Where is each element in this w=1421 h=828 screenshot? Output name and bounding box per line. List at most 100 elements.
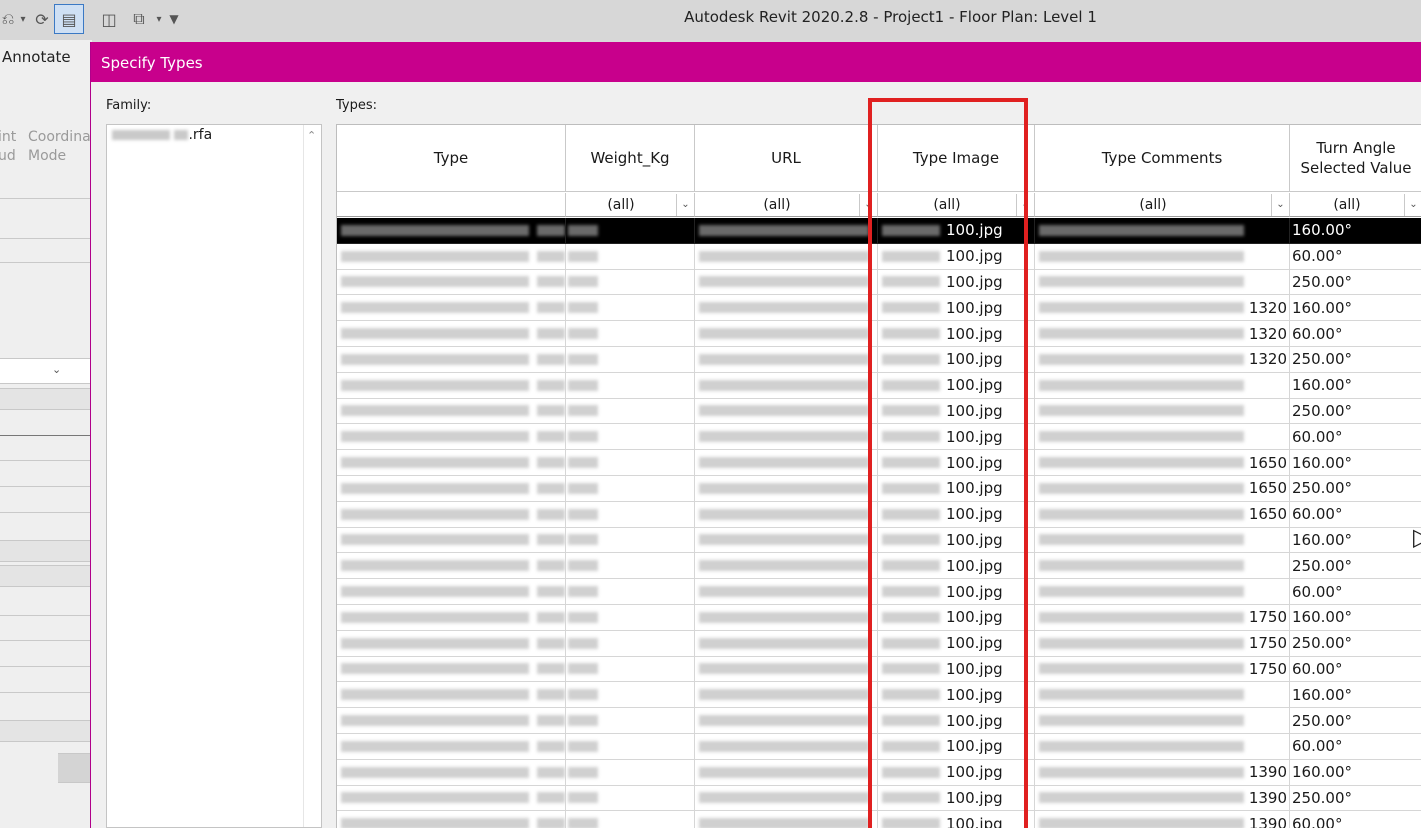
cell-weight[interactable]	[566, 656, 695, 683]
cell-type-image[interactable]: 100.jpg	[878, 398, 1035, 425]
cell-turn-angle[interactable]: 250.00°	[1290, 399, 1421, 425]
tab-annotate[interactable]: Annotate	[2, 48, 71, 66]
cell-weight[interactable]	[566, 682, 695, 709]
coordination-model-button[interactable]: Coordina Mode	[28, 128, 91, 166]
cell-turn-angle[interactable]: 160.00°	[1290, 450, 1421, 476]
cell-type-comments[interactable]	[1035, 527, 1290, 554]
cell-type-comments[interactable]	[1035, 553, 1290, 580]
cell-type-image[interactable]: 100.jpg	[878, 785, 1035, 812]
cell-type[interactable]	[337, 424, 566, 451]
cell-url[interactable]	[695, 553, 878, 580]
cell-type[interactable]	[337, 347, 566, 373]
cell-type-image[interactable]: 100.jpg	[878, 553, 1035, 580]
header-weight[interactable]: Weight_Kg	[566, 125, 695, 192]
cell-turn-angle[interactable]: 60.00°	[1290, 657, 1421, 683]
cell-weight[interactable]	[566, 527, 695, 554]
cell-url[interactable]	[695, 656, 878, 683]
cell-weight[interactable]	[566, 450, 695, 476]
cell-turn-angle[interactable]: 250.00°	[1290, 553, 1421, 580]
cell-turn-angle[interactable]: 250.00°	[1290, 347, 1421, 373]
cell-weight[interactable]	[566, 759, 695, 786]
cell-type[interactable]	[337, 553, 566, 580]
cell-turn-angle[interactable]: 160.00°	[1290, 218, 1421, 244]
cell-type-image[interactable]: 100.jpg	[878, 450, 1035, 476]
cell-url[interactable]	[695, 630, 878, 657]
cell-weight[interactable]	[566, 811, 695, 828]
cell-type-image[interactable]: 100.jpg	[878, 734, 1035, 760]
cell-type-image[interactable]: 100.jpg	[878, 656, 1035, 683]
cell-weight[interactable]	[566, 553, 695, 580]
cell-weight[interactable]	[566, 785, 695, 812]
table-row[interactable]: 100.jpg 250.00°	[337, 398, 1421, 425]
cell-type[interactable]	[337, 450, 566, 476]
cell-turn-angle[interactable]: 60.00°	[1290, 811, 1421, 828]
table-row[interactable]: 100.jpg 1650 250.00°	[337, 476, 1421, 502]
table-row[interactable]: 100.jpg 160.00°	[337, 218, 1421, 244]
header-type[interactable]: Type	[337, 125, 566, 192]
cell-turn-angle[interactable]: 60.00°	[1290, 244, 1421, 270]
header-type-comments[interactable]: Type Comments	[1035, 125, 1290, 192]
chevron-down-icon[interactable]: ⌄	[1404, 193, 1421, 216]
cell-url[interactable]	[695, 527, 878, 554]
table-row[interactable]: 100.jpg 1750 60.00°	[337, 656, 1421, 683]
cell-type-comments[interactable]	[1035, 398, 1290, 425]
type-selector[interactable]: ⌄	[0, 358, 92, 384]
cell-weight[interactable]	[566, 398, 695, 425]
cell-turn-angle[interactable]: 250.00°	[1290, 270, 1421, 296]
header-url[interactable]: URL	[695, 125, 878, 192]
cell-turn-angle[interactable]: 160.00°	[1290, 528, 1421, 554]
cell-type[interactable]	[337, 372, 566, 399]
cell-type-image[interactable]: 100.jpg	[878, 630, 1035, 657]
cell-turn-angle[interactable]: 160.00°	[1290, 605, 1421, 631]
table-row[interactable]: 100.jpg 160.00°	[337, 372, 1421, 399]
table-row[interactable]: 100.jpg 1390 250.00°	[337, 785, 1421, 812]
cell-url[interactable]	[695, 218, 878, 244]
cell-turn-angle[interactable]: 160.00°	[1290, 682, 1421, 709]
chevron-down-icon[interactable]: ⌄	[676, 193, 694, 216]
cell-type[interactable]	[337, 708, 566, 734]
table-row[interactable]: 100.jpg 250.00°	[337, 553, 1421, 580]
filter-type-comments[interactable]: (all) ⌄	[1035, 193, 1290, 217]
cell-type-image[interactable]: 100.jpg	[878, 501, 1035, 528]
family-scrollbar[interactable]: ⌃	[303, 125, 321, 827]
cell-type[interactable]	[337, 527, 566, 554]
cell-weight[interactable]	[566, 579, 695, 605]
cell-url[interactable]	[695, 243, 878, 270]
cell-turn-angle[interactable]: 250.00°	[1290, 786, 1421, 812]
table-row[interactable]: 100.jpg 250.00°	[337, 269, 1421, 296]
cell-type-comments[interactable]	[1035, 243, 1290, 270]
cell-type-image[interactable]: 100.jpg	[878, 218, 1035, 244]
table-row[interactable]: 100.jpg 60.00°	[337, 243, 1421, 270]
cell-turn-angle[interactable]: 250.00°	[1290, 476, 1421, 502]
cell-type[interactable]	[337, 218, 566, 244]
cell-type-comments[interactable]: 1320	[1035, 321, 1290, 347]
cell-type-comments[interactable]: 1650	[1035, 501, 1290, 528]
apply-button[interactable]	[58, 753, 92, 783]
cell-type-comments[interactable]: 1750	[1035, 656, 1290, 683]
chevron-down-icon[interactable]: ⌄	[1016, 193, 1034, 216]
table-row[interactable]: 100.jpg 60.00°	[337, 579, 1421, 605]
cell-url[interactable]	[695, 269, 878, 296]
family-list[interactable]: .rfa ⌃	[106, 124, 322, 828]
point-cloud-button[interactable]: int ud	[0, 128, 16, 166]
cell-url[interactable]	[695, 605, 878, 631]
header-turn-angle[interactable]: Turn Angle Selected Value	[1290, 125, 1421, 192]
table-row[interactable]: 100.jpg 1390 160.00°	[337, 759, 1421, 786]
cell-turn-angle[interactable]: 60.00°	[1290, 321, 1421, 347]
cell-url[interactable]	[695, 501, 878, 528]
table-row[interactable]: 100.jpg 1390 60.00°	[337, 811, 1421, 828]
cell-type-comments[interactable]	[1035, 372, 1290, 399]
cell-type[interactable]	[337, 269, 566, 296]
cell-type-image[interactable]: 100.jpg	[878, 476, 1035, 502]
cell-type-image[interactable]: 100.jpg	[878, 811, 1035, 828]
filter-type-image[interactable]: (all) ⌄	[878, 193, 1035, 217]
cell-type-comments[interactable]: 1750	[1035, 630, 1290, 657]
cell-type-comments[interactable]	[1035, 734, 1290, 760]
cell-type-image[interactable]: 100.jpg	[878, 347, 1035, 373]
table-row[interactable]: 100.jpg 60.00°	[337, 734, 1421, 760]
cell-type-comments[interactable]: 1750	[1035, 605, 1290, 631]
cell-weight[interactable]	[566, 630, 695, 657]
filter-turn-angle[interactable]: (all) ⌄	[1290, 193, 1421, 217]
cell-weight[interactable]	[566, 424, 695, 451]
cell-turn-angle[interactable]: 60.00°	[1290, 502, 1421, 528]
